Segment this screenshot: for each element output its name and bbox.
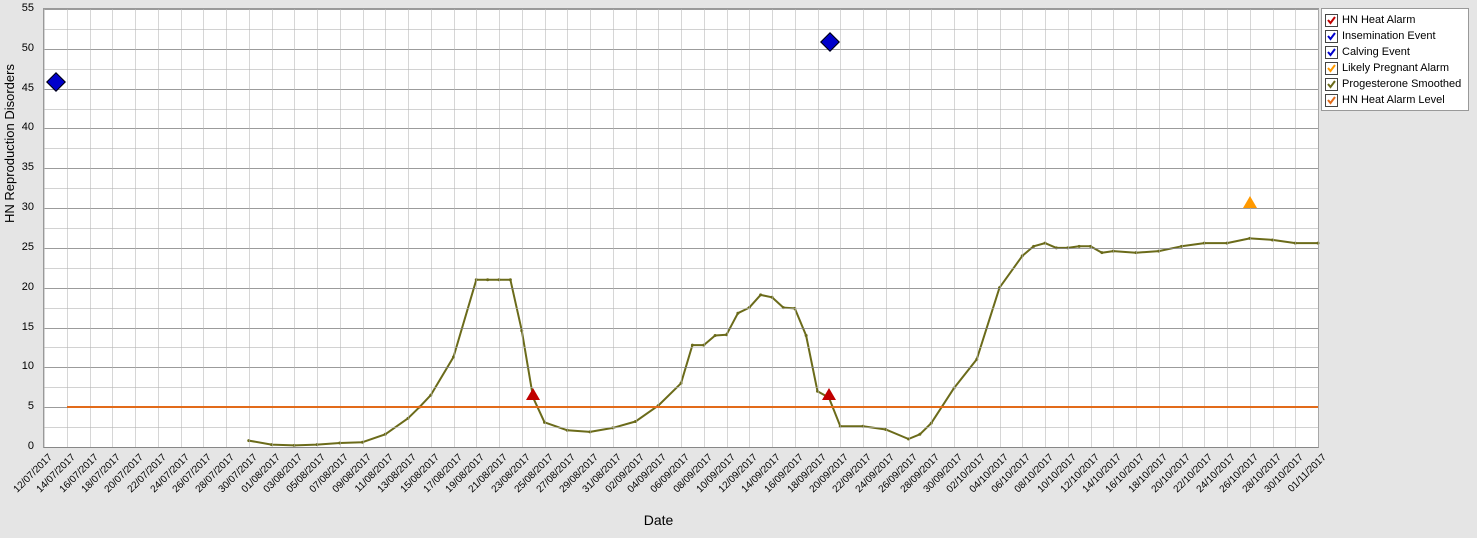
legend-item[interactable]: HN Heat Alarm Level <box>1325 92 1465 108</box>
legend-checkbox[interactable] <box>1325 78 1338 91</box>
legend-item[interactable]: HN Heat Alarm <box>1325 12 1465 28</box>
likely-pregnant-alarm-marker <box>1243 196 1257 208</box>
y-tick-label: 15 <box>0 321 34 333</box>
y-tick-label: 10 <box>0 360 34 372</box>
legend-checkbox[interactable] <box>1325 62 1338 75</box>
y-tick-label: 35 <box>0 161 34 173</box>
plot-area <box>43 8 1319 448</box>
legend-label: Likely Pregnant Alarm <box>1342 62 1449 74</box>
y-tick-label: 5 <box>0 400 34 412</box>
legend-label: Calving Event <box>1342 46 1410 58</box>
y-tick-label: 0 <box>0 440 34 452</box>
legend-item[interactable]: Insemination Event <box>1325 28 1465 44</box>
y-tick-label: 50 <box>0 42 34 54</box>
legend-item[interactable]: Calving Event <box>1325 44 1465 60</box>
legend-item[interactable]: Progesterone Smoothed <box>1325 76 1465 92</box>
y-tick-label: 20 <box>0 281 34 293</box>
legend-checkbox[interactable] <box>1325 30 1338 43</box>
y-tick-label: 55 <box>0 2 34 14</box>
y-tick-label: 40 <box>0 121 34 133</box>
legend-item[interactable]: Likely Pregnant Alarm <box>1325 60 1465 76</box>
chart-legend: HN Heat Alarm Insemination Event Calving E… <box>1321 8 1469 111</box>
legend-checkbox[interactable] <box>1325 46 1338 59</box>
legend-label: HN Heat Alarm Level <box>1342 94 1445 106</box>
hn-heat-alarm-marker <box>526 388 540 400</box>
y-tick-label: 25 <box>0 241 34 253</box>
legend-checkbox[interactable] <box>1325 94 1338 107</box>
hn-heat-alarm-marker <box>822 388 836 400</box>
legend-checkbox[interactable] <box>1325 14 1338 27</box>
legend-label: Insemination Event <box>1342 30 1436 42</box>
legend-label: HN Heat Alarm <box>1342 14 1415 26</box>
heat-alarm-level-line <box>67 406 1318 408</box>
legend-label: Progesterone Smoothed <box>1342 78 1461 90</box>
y-tick-label: 45 <box>0 82 34 94</box>
y-tick-label: 30 <box>0 201 34 213</box>
